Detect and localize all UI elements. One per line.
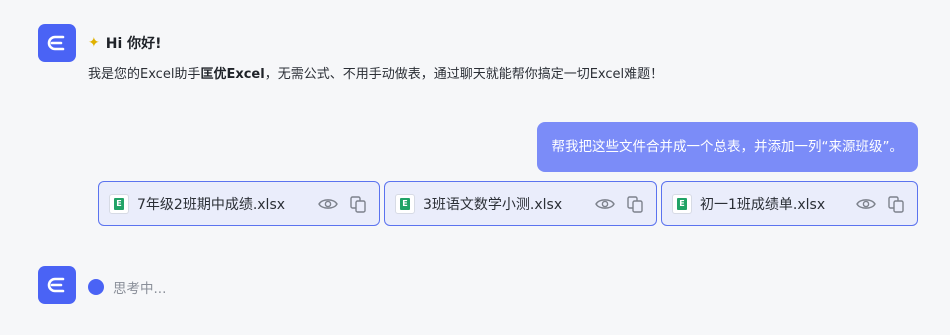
- attachment-card[interactable]: E 初一1班成绩单.xlsx: [661, 181, 918, 226]
- copy-icon[interactable]: [885, 193, 907, 215]
- intro-text-before: 我是您的Excel助手: [88, 67, 201, 82]
- greeting-text: Hi 你好!: [105, 36, 162, 52]
- intro-brand: 匡优Excel: [200, 67, 265, 82]
- e-logo-icon: [47, 35, 65, 51]
- copy-icon[interactable]: [347, 193, 369, 215]
- loading-dot-icon: [88, 279, 104, 295]
- preview-eye-icon[interactable]: [594, 193, 616, 215]
- excel-file-icon: E: [395, 193, 415, 214]
- excel-file-icon: E: [672, 193, 692, 214]
- attachment-card[interactable]: E 7年级2班期中成绩.xlsx: [98, 181, 380, 226]
- e-logo-icon: [47, 277, 65, 293]
- attachment-list: E 7年级2班期中成绩.xlsx E 3班语文数学小测.xlsx E 初一1班成…: [98, 181, 918, 226]
- copy-icon[interactable]: [624, 193, 646, 215]
- attachment-card[interactable]: E 3班语文数学小测.xlsx: [384, 181, 657, 226]
- user-message-text: 帮我把这些文件合并成一个总表，并添加一列“来源班级”。: [551, 139, 904, 155]
- user-message-bubble: 帮我把这些文件合并成一个总表，并添加一列“来源班级”。: [536, 122, 918, 172]
- intro-text-after: ，无需公式、不用手动做表，通过聊天就能帮你搞定一切Excel难题！: [264, 67, 664, 82]
- excel-file-icon: E: [109, 193, 129, 214]
- preview-eye-icon[interactable]: [855, 193, 877, 215]
- preview-eye-icon[interactable]: [317, 193, 339, 215]
- attachment-name: 初一1班成绩单.xlsx: [700, 196, 826, 213]
- assistant-intro: 我是您的Excel助手匡优Excel，无需公式、不用手动做表，通过聊天就能帮你搞…: [88, 63, 663, 82]
- attachment-name: 7年级2班期中成绩.xlsx: [137, 196, 286, 213]
- thinking-text: 思考中...: [113, 281, 167, 297]
- thinking-indicator: 思考中...: [88, 277, 166, 297]
- sparkle-icon: ✦: [88, 35, 100, 51]
- greeting: ✦ Hi 你好!: [88, 33, 162, 53]
- attachment-name: 3班语文数学小测.xlsx: [423, 196, 563, 213]
- assistant-avatar: [38, 266, 76, 304]
- assistant-avatar: [38, 24, 76, 62]
